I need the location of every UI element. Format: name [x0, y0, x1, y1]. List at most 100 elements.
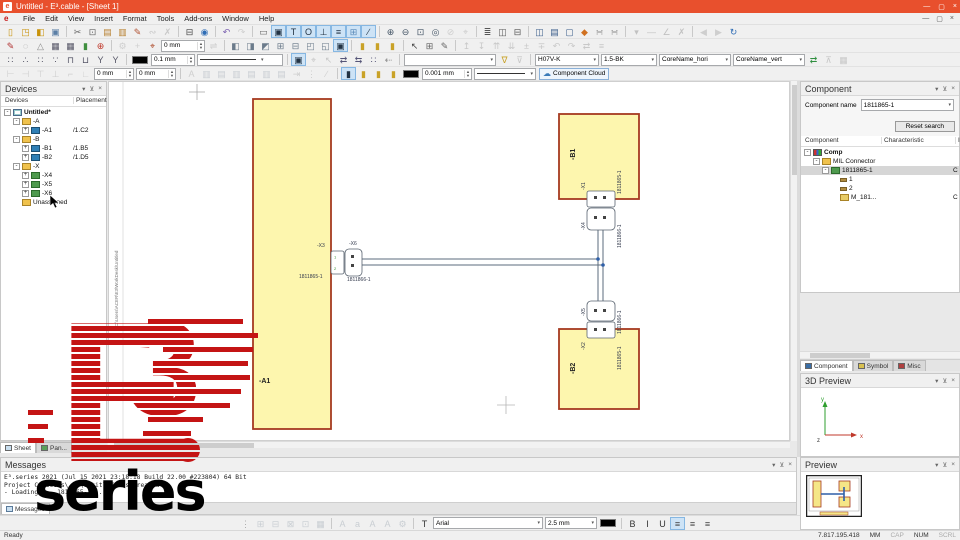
text-tool-icon[interactable]: T: [417, 517, 432, 530]
new-sheet-icon[interactable]: ▯: [3, 25, 18, 38]
wire-spec-select[interactable]: 1.5-BK▾: [601, 54, 657, 66]
pin-slash-icon[interactable]: ∕: [319, 67, 334, 80]
highlight-pen-icon[interactable]: ▣: [291, 53, 306, 66]
info-icon[interactable]: ◉: [197, 25, 212, 38]
expand-icon[interactable]: +: [22, 172, 29, 179]
favorites-icon[interactable]: ◆: [577, 25, 592, 38]
pin-compress-icon[interactable]: ▥: [259, 67, 274, 80]
pin-icon[interactable]: ⊻: [89, 85, 94, 93]
tree-row-a1[interactable]: +-A1/1.C2: [1, 126, 106, 135]
connector-x2-symbol[interactable]: [587, 322, 615, 338]
tree-row-2[interactable]: 2: [801, 184, 959, 193]
tab-sheet[interactable]: Sheet: [0, 442, 36, 453]
zoom-window-icon[interactable]: ⊡: [413, 25, 428, 38]
align-right-edge-icon[interactable]: ⊣: [18, 67, 33, 80]
highlight-mode-icon[interactable]: ▣: [271, 25, 286, 38]
menu-help[interactable]: Help: [254, 14, 279, 23]
text-attr-icon[interactable]: ⚙: [395, 517, 410, 530]
tree-row-m181[interactable]: M_181...C: [801, 193, 959, 202]
close-icon[interactable]: ×: [951, 461, 955, 469]
connector-x1-symbol[interactable]: [587, 191, 615, 207]
spinner-input[interactable]: 0 mm▲▼: [94, 68, 134, 80]
align-right-icon[interactable]: ≡: [700, 517, 715, 530]
pin-group-icon[interactable]: ▤: [214, 67, 229, 80]
component-hscroll-thumb[interactable]: [810, 353, 870, 358]
pin-icon[interactable]: ⊻: [942, 461, 947, 469]
expand-icon[interactable]: +: [22, 145, 29, 152]
text-upper-icon[interactable]: A: [335, 517, 350, 530]
cable-shield-icon[interactable]: ▮: [386, 67, 401, 80]
step-up-icon[interactable]: ⇈: [489, 39, 504, 52]
menu-insert[interactable]: Insert: [89, 14, 118, 23]
component-cloud-button[interactable]: ☁Component Cloud: [539, 68, 609, 80]
cable-edit-icon[interactable]: ▮: [371, 67, 386, 80]
ungroup-icon[interactable]: ⊟: [268, 517, 283, 530]
font-select[interactable]: Arial▾: [433, 517, 543, 529]
align-top-edge-icon[interactable]: ⊤: [33, 67, 48, 80]
chevron-down-icon[interactable]: ▾: [82, 85, 85, 93]
expand-icon[interactable]: +: [22, 190, 29, 197]
spinner-arrows-icon[interactable]: ▲▼: [126, 70, 133, 78]
lower-icon[interactable]: ∓: [534, 39, 549, 52]
menu-tools[interactable]: Tools: [152, 14, 180, 23]
grid-double-icon[interactable]: ⊔: [78, 53, 93, 66]
filter-icon[interactable]: ∇: [497, 53, 512, 66]
tab-component[interactable]: Component: [800, 360, 853, 371]
placement-pin-icon[interactable]: ⌖: [145, 39, 160, 52]
tree-row-x[interactable]: --X: [1, 162, 106, 171]
probe-icon[interactable]: ⌖: [306, 53, 321, 66]
node-mode-icon[interactable]: O: [301, 25, 316, 38]
text-mode-icon[interactable]: T: [286, 25, 301, 38]
tree-row-x5[interactable]: +-X5: [1, 180, 106, 189]
spinner-arrows-icon[interactable]: ▲▼: [197, 42, 204, 50]
ortho-mode-icon[interactable]: ⊥: [316, 25, 331, 38]
cable-new-icon[interactable]: ▮: [356, 67, 371, 80]
rotate-right-icon[interactable]: ↷: [564, 39, 579, 52]
print-icon[interactable]: ⊟: [182, 25, 197, 38]
raise-icon[interactable]: ±: [519, 39, 534, 52]
cable-group-icon[interactable]: ▮: [385, 39, 400, 52]
spinner-arrows-icon[interactable]: ▲▼: [168, 70, 175, 78]
font-size-select[interactable]: 2.5 mm▾: [545, 517, 597, 529]
tree-row-x4[interactable]: +-X4: [1, 171, 106, 180]
group-icon[interactable]: ⊞: [253, 517, 268, 530]
open-project-icon[interactable]: ◳: [18, 25, 33, 38]
chevron-down-icon[interactable]: ▾: [935, 461, 938, 469]
connector-x4-symbol[interactable]: [587, 208, 615, 230]
pin-icon[interactable]: ⊻: [942, 377, 947, 385]
tree-row-comp[interactable]: -Comp: [801, 148, 959, 157]
expand-icon[interactable]: +: [22, 127, 29, 134]
cable-color-swatch[interactable]: [403, 70, 419, 78]
pointer-mode-icon[interactable]: ↖: [407, 39, 422, 52]
pin-icon[interactable]: ⊻: [942, 85, 947, 93]
step-down-icon[interactable]: ⇊: [504, 39, 519, 52]
pin-gap-icon[interactable]: ⇥: [289, 67, 304, 80]
align-center-icon[interactable]: ≡: [685, 517, 700, 530]
line-color-swatch[interactable]: [132, 56, 148, 64]
schematic-canvas[interactable]: C:\Users\ACER\E3\WorkDesk\Untitled -A1 -…: [108, 81, 790, 441]
junction-style-icon[interactable]: ∷: [366, 53, 381, 66]
tree-row-a[interactable]: --A: [1, 117, 106, 126]
undo-icon[interactable]: ↶: [219, 25, 234, 38]
core-table-icon[interactable]: ▦: [836, 53, 851, 66]
format-painter-icon[interactable]: ✎: [130, 25, 145, 38]
spinner-input[interactable]: 0 mm▲▼: [136, 68, 176, 80]
expand-icon[interactable]: +: [22, 181, 29, 188]
window-split-icon[interactable]: ⊟: [510, 25, 525, 38]
probe-select-icon[interactable]: ↖: [321, 53, 336, 66]
grid-snap-3-icon[interactable]: ∷: [33, 53, 48, 66]
connector-x5-symbol[interactable]: [587, 301, 615, 321]
chevron-down-icon[interactable]: ▾: [935, 85, 938, 93]
table-edit-icon[interactable]: ▦: [63, 39, 78, 52]
merge-icon[interactable]: ▦: [313, 517, 328, 530]
text-frame-icon[interactable]: A: [365, 517, 380, 530]
collapse-icon[interactable]: -: [804, 149, 811, 156]
reset-search-button[interactable]: Reset search: [895, 121, 955, 132]
delete-icon[interactable]: ✗: [160, 25, 175, 38]
marker-icon[interactable]: ▾: [629, 25, 644, 38]
highlight-cable-icon[interactable]: ▮: [341, 67, 356, 80]
grid-half-icon[interactable]: ⊓: [63, 53, 78, 66]
save-icon[interactable]: ▣: [48, 25, 63, 38]
filter-clear-icon[interactable]: ⊽: [512, 53, 527, 66]
marker-line-icon[interactable]: —: [644, 25, 659, 38]
